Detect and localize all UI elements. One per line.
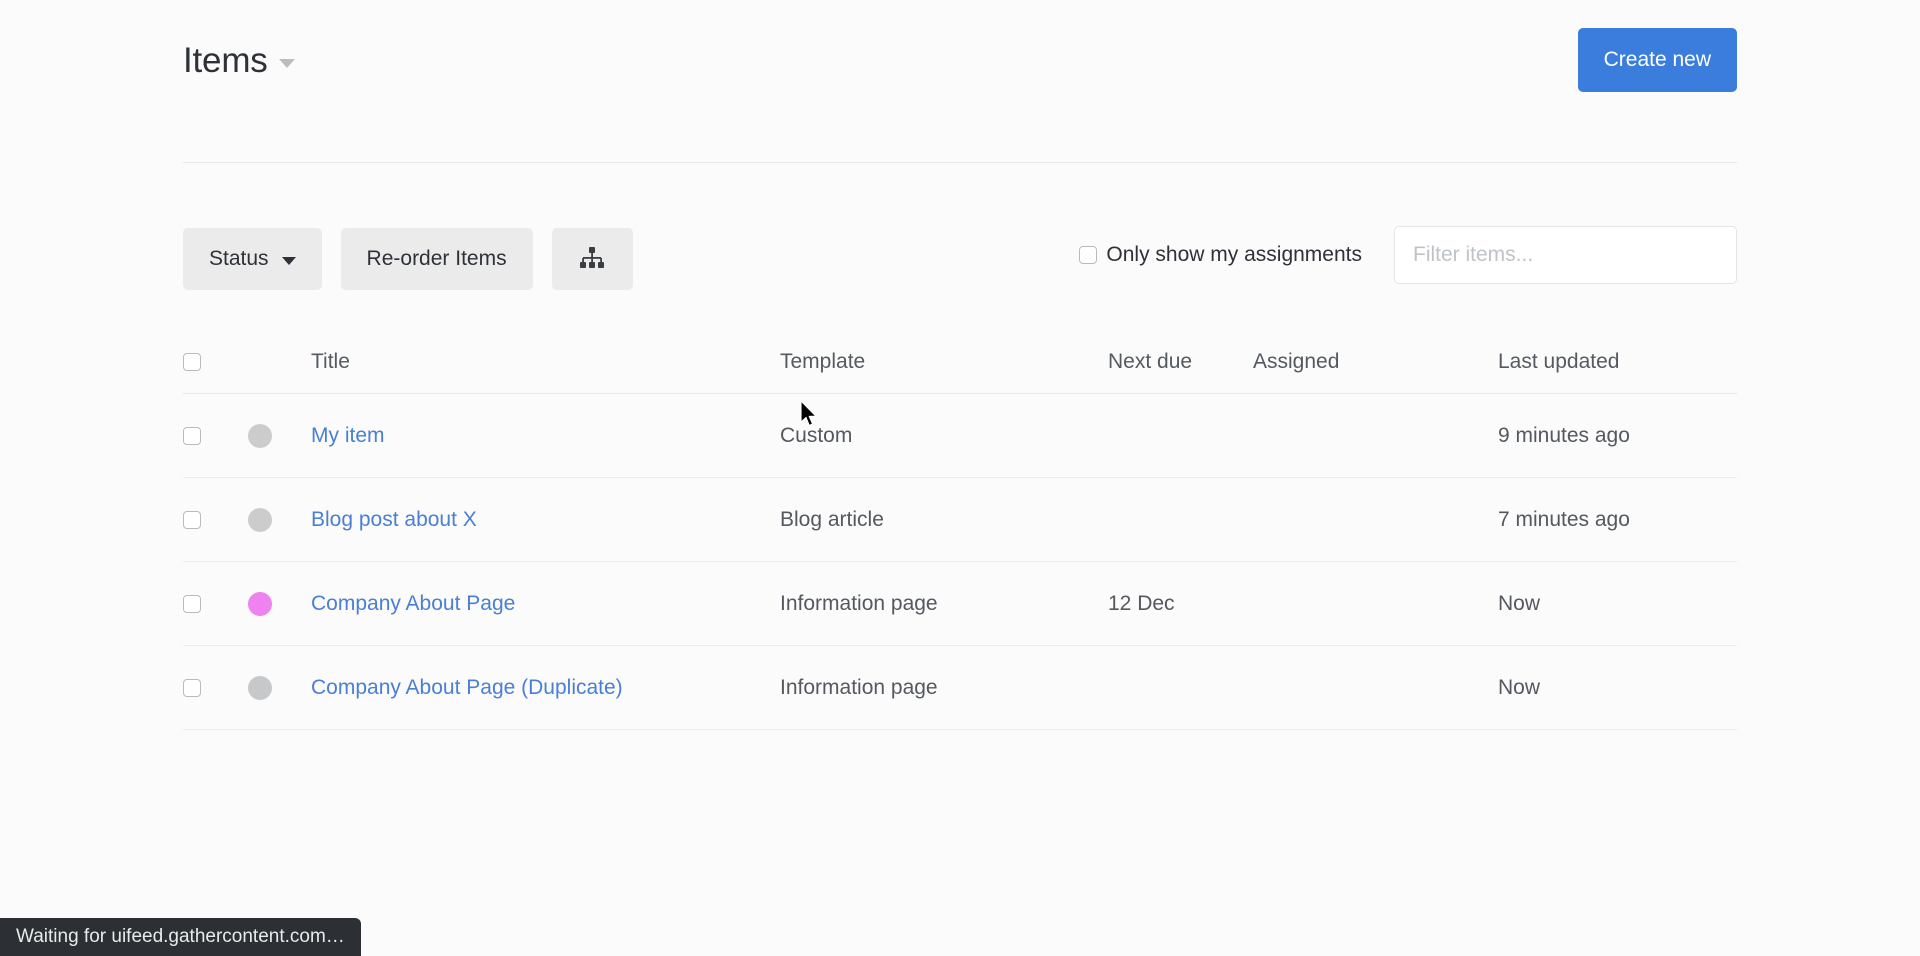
reorder-items-button[interactable]: Re-order Items [340, 228, 533, 290]
chevron-down-icon [281, 256, 296, 265]
row-select-cell[interactable] [183, 426, 248, 445]
row-select-cell[interactable] [183, 510, 248, 529]
row-checkbox[interactable] [183, 510, 201, 529]
row-last-updated-cell: Now [1498, 675, 1541, 699]
table-header-row: Title Template Next due Assigned Last up… [183, 330, 1737, 394]
column-header-template[interactable]: Template [780, 350, 1108, 374]
row-next-due-cell: 12 Dec [1108, 591, 1175, 615]
only-my-assignments-label: Only show my assignments [1106, 243, 1362, 266]
column-header-next-due[interactable]: Next due [1108, 350, 1253, 374]
table-row[interactable]: My item Custom 9 minutes ago [183, 394, 1737, 478]
select-all-checkbox[interactable] [183, 352, 201, 371]
create-new-button[interactable]: Create new [1577, 28, 1737, 92]
status-filter-button[interactable]: Status [183, 228, 322, 290]
only-my-assignments-checkbox[interactable]: Only show my assignments [1079, 243, 1362, 267]
row-last-updated-cell: 7 minutes ago [1498, 507, 1630, 531]
item-title-link[interactable]: My item [311, 424, 385, 447]
header-divider [183, 162, 1737, 163]
status-dot-icon[interactable] [248, 675, 272, 700]
toolbar-left-group: Status Re-order Items [183, 228, 633, 290]
row-checkbox[interactable] [183, 594, 201, 613]
row-last-updated-cell: Now [1498, 591, 1541, 615]
row-status-cell[interactable] [248, 675, 311, 700]
browser-status-bar: Waiting for uifeed.gathercontent.com… [0, 918, 361, 956]
column-header-assigned[interactable]: Assigned [1253, 350, 1498, 374]
table-body: My item Custom 9 minutes ago Blog post abou… [183, 394, 1737, 730]
toolbar: Status Re-order Items Only show my assig… [183, 226, 1737, 290]
row-template-cell: Information page [780, 591, 938, 615]
row-checkbox[interactable] [183, 678, 201, 697]
status-filter-label: Status [209, 247, 269, 270]
row-status-cell[interactable] [248, 591, 311, 616]
status-dot-icon[interactable] [248, 591, 272, 616]
row-title-cell: Blog post about X [311, 508, 780, 532]
row-title-cell: Company About Page (Duplicate) [311, 676, 780, 700]
select-all-cell[interactable] [183, 352, 248, 371]
table-row[interactable]: Blog post about X Blog article 7 minutes a… [183, 478, 1737, 562]
page-header: Items Create new [183, 20, 1737, 100]
status-dot-icon[interactable] [248, 507, 272, 532]
row-status-cell[interactable] [248, 423, 311, 448]
page-title: Items [183, 40, 268, 80]
row-template-cell: Custom [780, 423, 853, 447]
item-title-link[interactable]: Blog post about X [311, 508, 477, 531]
toolbar-right-group: Only show my assignments [1079, 226, 1737, 284]
item-title-link[interactable]: Company About Page [311, 592, 515, 615]
row-last-updated-cell: 9 minutes ago [1498, 423, 1630, 447]
row-template-cell: Information page [780, 675, 938, 699]
item-title-link[interactable]: Company About Page (Duplicate) [311, 676, 623, 699]
sitemap-icon [579, 246, 605, 273]
row-checkbox[interactable] [183, 426, 201, 445]
row-title-cell: My item [311, 424, 780, 448]
status-bar-text: Waiting for uifeed.gathercontent.com… [16, 926, 345, 947]
page-title-dropdown[interactable]: Items [183, 43, 295, 78]
row-template-cell: Blog article [780, 507, 884, 531]
table-row[interactable]: Company About Page Information page 12 Dec… [183, 562, 1737, 646]
column-header-title[interactable]: Title [311, 350, 780, 374]
row-status-cell[interactable] [248, 507, 311, 532]
row-title-cell: Company About Page [311, 592, 780, 616]
filter-items-input[interactable] [1394, 226, 1737, 284]
row-select-cell[interactable] [183, 678, 248, 697]
row-select-cell[interactable] [183, 594, 248, 613]
status-dot-icon[interactable] [248, 423, 272, 448]
column-header-last-updated[interactable]: Last updated [1498, 350, 1737, 374]
sitemap-view-button[interactable] [551, 228, 633, 290]
chevron-down-icon [278, 58, 295, 68]
page-root: Items Create new Status Re-order Items O… [0, 0, 1920, 956]
checkbox-box[interactable] [1079, 246, 1098, 264]
items-table: Title Template Next due Assigned Last up… [183, 330, 1737, 730]
table-row[interactable]: Company About Page (Duplicate) Informatio… [183, 646, 1737, 730]
